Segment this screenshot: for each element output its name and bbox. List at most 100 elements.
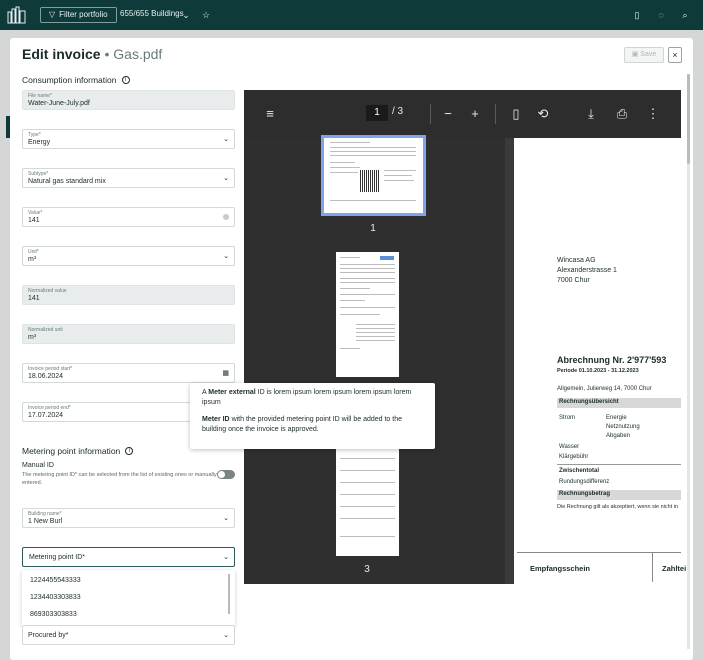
invoice-period-start-input[interactable]: Invoice period start* 18.06.2024 ▦ (22, 363, 235, 383)
tooltip-bold: Meter external (208, 389, 256, 396)
invoice-heading: Abrechnung Nr. 2'977'593 (557, 355, 667, 365)
chevron-down-icon: ⌄ (223, 515, 229, 522)
field-label: Invoice period start* (28, 366, 73, 372)
info-icon[interactable]: i (121, 76, 130, 84)
buildings-selector[interactable]: 655/655 Buildings (120, 9, 184, 18)
pdf-page-view: Wincasa AG Alexanderstrasse 1 7000 Chur … (514, 138, 686, 584)
acceptance-note: Die Rechnung gilt als akzeptiert, wenn s… (557, 504, 679, 510)
qr-code-image (360, 170, 380, 192)
row-label: Rundungsdifferenz (559, 479, 610, 485)
metering-title-text: Metering point information (22, 446, 121, 456)
invoice-period: Periode 01.10.2023 - 31.12.2023 (557, 368, 639, 374)
field-value: m³ (28, 256, 37, 263)
procured-by-select[interactable]: Procured by* ⌄ (22, 625, 235, 645)
menu-icon[interactable]: ≡ (262, 106, 278, 121)
pdf-toolbar: ≡ 1 / 3 − + ▯ ⟲ ⤓ ⎙ ⋮ (244, 90, 681, 138)
search-icon[interactable]: ⌕ (678, 8, 692, 22)
zoom-out-icon[interactable]: − (440, 106, 456, 121)
value-input[interactable]: Value* 141 (22, 207, 235, 227)
consumption-section-title: Consumption information i (22, 75, 130, 85)
bookmark-icon[interactable]: ▯ (630, 8, 644, 22)
building-name-select[interactable]: Building name* 1 New Burl ⌄ (22, 508, 235, 528)
dropdown-option[interactable]: 1224455543333 (30, 577, 81, 584)
field-value: Energy (28, 139, 51, 146)
field-placeholder: Procured by* (28, 632, 69, 639)
modal-title-text: Edit invoice (22, 46, 101, 62)
normalized-value-field: Normalized value 141 (22, 285, 235, 305)
calendar-icon[interactable]: ▦ (222, 369, 229, 377)
page-count: / 3 (392, 106, 404, 117)
metering-point-id-select[interactable]: Metering point ID* ⌄ (22, 547, 235, 567)
star-icon[interactable]: ☆ (199, 8, 213, 22)
thumbnail-label-1: 1 (370, 223, 376, 234)
field-label: Building name* (28, 511, 62, 517)
field-value: m³ (28, 334, 37, 341)
modal-title-separator: • (104, 46, 114, 62)
save-button[interactable]: ▣ Save (624, 47, 664, 63)
recipient-street: Alexanderstrasse 1 (557, 267, 617, 274)
dropdown-option[interactable]: 869303303833 (30, 611, 77, 618)
save-label: Save (640, 51, 657, 58)
metering-section-title: Metering point information i (22, 446, 134, 456)
pdf-thumbnail-pane: 1 3 (244, 135, 505, 584)
page-thumbnail-3[interactable] (336, 436, 399, 556)
chevron-down-icon[interactable]: ⌄ (179, 8, 193, 22)
dropdown-scrollbar[interactable] (228, 574, 230, 614)
rotate-icon[interactable]: ⟲ (535, 106, 551, 122)
field-label: Invoice period end* (28, 405, 71, 411)
field-value: 141 (28, 217, 40, 224)
thumbnail-label-3: 3 (364, 564, 370, 575)
fit-page-icon[interactable]: ▯ (508, 106, 524, 122)
field-value: 1 New Burl (28, 518, 63, 525)
row-label: Rechnungsbetrag (559, 491, 611, 497)
close-button[interactable]: × (668, 47, 682, 63)
print-icon[interactable]: ⎙ (614, 106, 630, 122)
page-thumbnail-1[interactable] (321, 135, 426, 216)
info-icon[interactable]: i (125, 447, 134, 455)
overview-heading: Rechnungsübersicht (559, 399, 619, 405)
type-select[interactable]: Type* Energy ⌄ (22, 129, 235, 149)
row-label: Klärgebühr (559, 454, 589, 460)
field-label: File name* (28, 93, 52, 99)
dropdown-option[interactable]: 1234403303833 (30, 594, 81, 601)
consumption-title-text: Consumption information (22, 75, 117, 85)
download-icon[interactable]: ⤓ (583, 106, 599, 122)
unit-select[interactable]: Unit* m³ ⌄ (22, 246, 235, 266)
bell-icon[interactable]: ◌ (654, 8, 668, 22)
app-logo-icon[interactable] (7, 6, 27, 24)
recipient-company: Wincasa AG (557, 257, 596, 264)
row-label: Wasser (559, 444, 580, 450)
field-value: 17.07.2024 (28, 412, 64, 419)
field-value: Natural gas standard mix (28, 178, 106, 185)
receipt-heading: Empfangsschein (530, 564, 591, 573)
field-value: 18.06.2024 (28, 373, 64, 380)
filter-portfolio-label: Filter portfolio (59, 10, 108, 19)
field-value: 141 (28, 295, 40, 302)
field-label: Subtype* (28, 171, 49, 177)
toolbar-divider (495, 104, 496, 124)
row-label: Zwischentotal (559, 468, 600, 474)
modal-title: Edit invoice • Gas.pdf (22, 46, 162, 62)
filter-portfolio-button[interactable]: ▽ Filter portfolio (40, 7, 117, 23)
field-label: Value* (28, 210, 43, 216)
metering-point-dropdown: 1224455543333 1234403303833 869303303833 (22, 570, 235, 626)
field-label: Type* (28, 132, 41, 138)
chevron-down-icon: ⌄ (223, 175, 229, 182)
toggle-knob (218, 471, 225, 478)
clear-icon[interactable] (223, 214, 229, 220)
manual-id-toggle[interactable] (217, 470, 235, 479)
chevron-down-icon: ⌄ (223, 554, 229, 561)
tooltip-paragraph-1: A Meter external ID is lorem ipsum lorem… (202, 388, 423, 408)
page-thumbnail-2[interactable] (336, 252, 399, 377)
top-navigation-bar: ▽ Filter portfolio 655/655 Buildings ⌄ ☆… (0, 0, 703, 30)
modal-scrollbar-thumb[interactable] (687, 74, 690, 164)
more-options-icon[interactable]: ⋮ (645, 106, 661, 122)
zoom-in-icon[interactable]: + (467, 106, 483, 121)
normalized-unit-field: Normalized unit m³ (22, 324, 235, 344)
modal-subtitle: Gas.pdf (113, 46, 163, 62)
save-icon: ▣ (631, 51, 641, 58)
subtype-select[interactable]: Subtype* Natural gas standard mix ⌄ (22, 168, 235, 188)
manual-id-label: Manual ID (22, 462, 54, 469)
page-number-input[interactable]: 1 (366, 105, 388, 121)
metering-info-tooltip: A Meter external ID is lorem ipsum lorem… (190, 383, 435, 449)
